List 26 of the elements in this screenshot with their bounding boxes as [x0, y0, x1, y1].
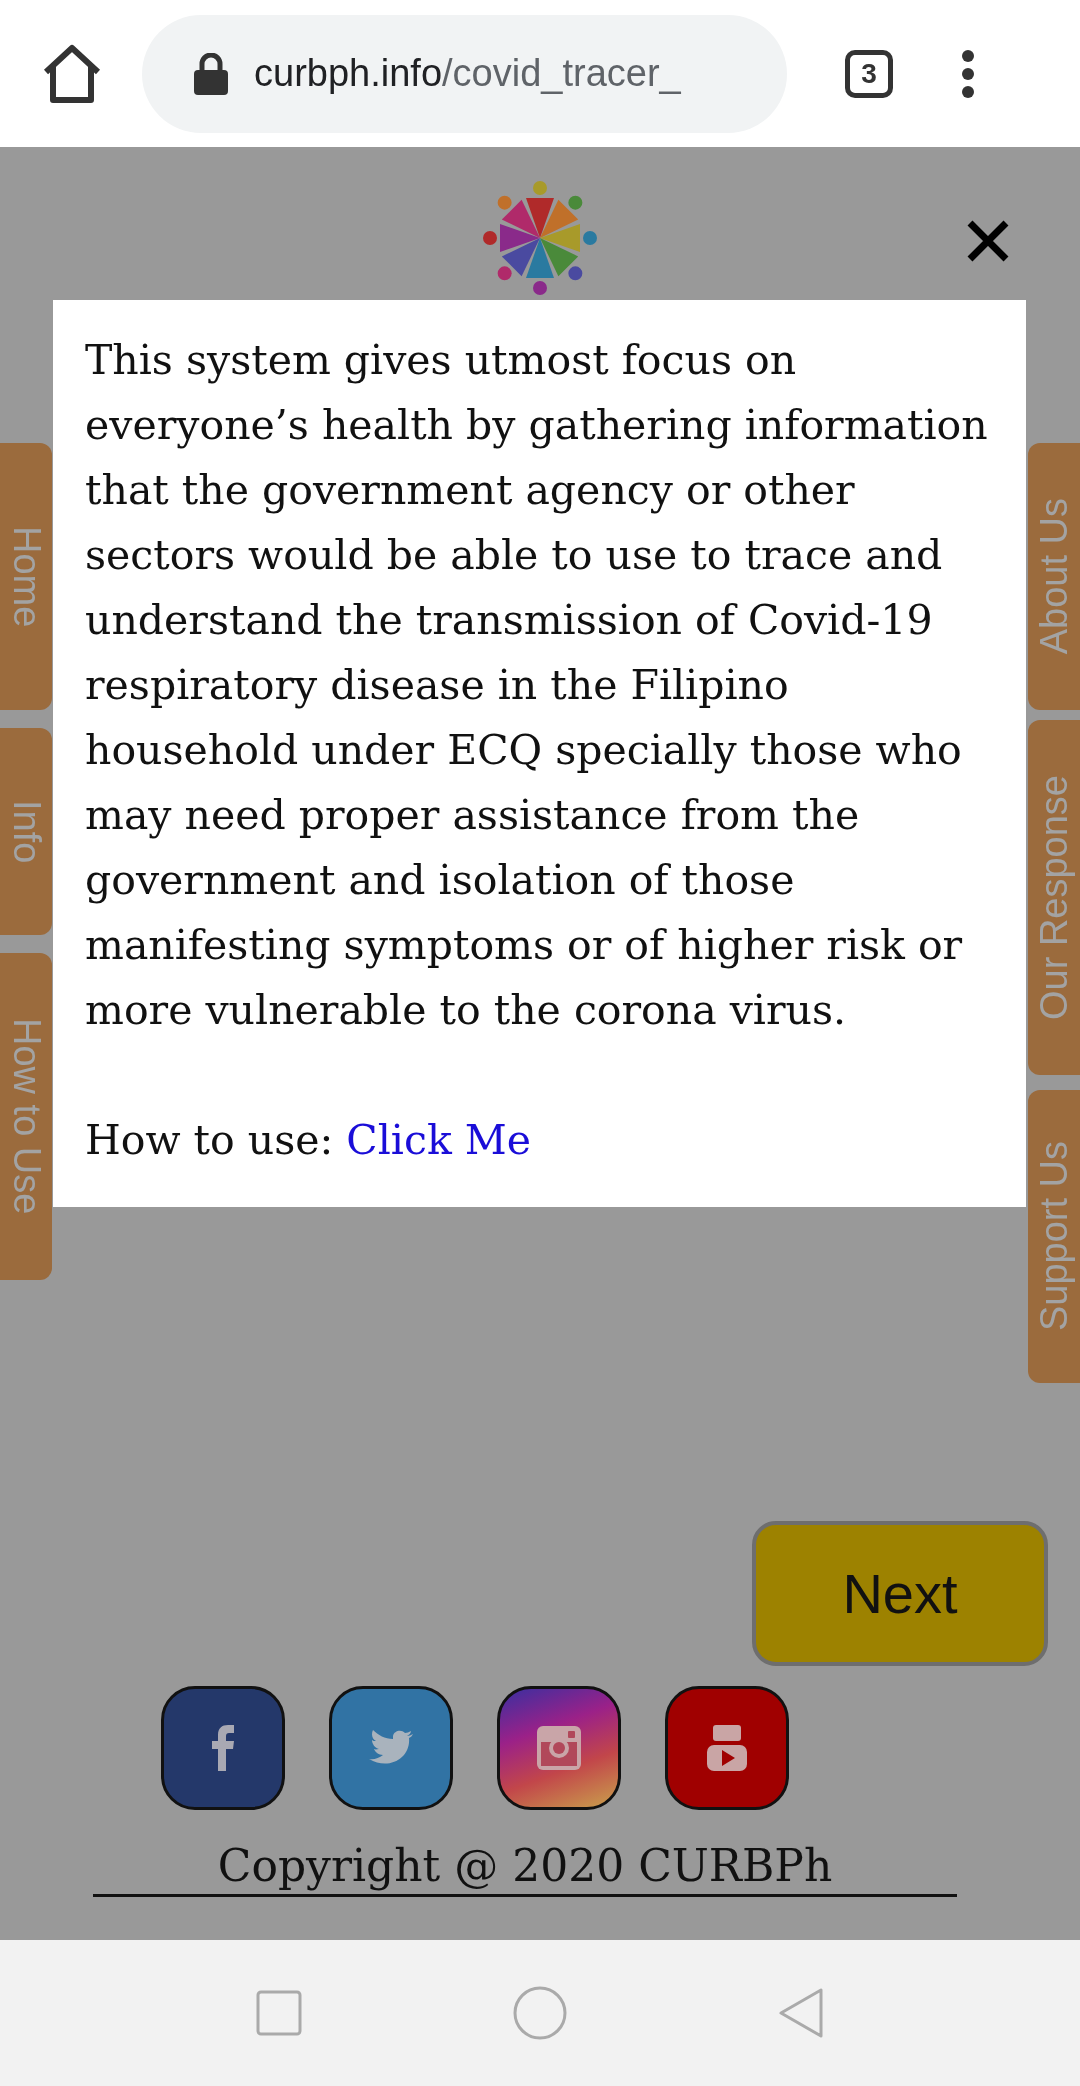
url-text: curbph.info/covid_tracer_: [254, 52, 681, 95]
facebook-icon: [211, 1725, 235, 1771]
side-tab[interactable]: Info: [0, 728, 52, 935]
close-icon[interactable]: [966, 219, 1010, 263]
logo-icon: [482, 180, 598, 296]
menu-icon[interactable]: [961, 48, 975, 99]
bird-icon: [369, 1730, 413, 1766]
side-tab[interactable]: Home: [0, 443, 52, 710]
next-button[interactable]: Next: [752, 1521, 1048, 1666]
description-text: This system gives utmost focus on everyone’s health by gathering information that the government agency or other sectors would be able to use to trace and understand the transmission of Covid-19 respiratory disease in the Filipino household under ECQ specially those who may need proper assistance from the government and isolation of those manifesting symptoms or of higher risk or more vulnerable to the corona virus.: [85, 335, 989, 1036]
facebook-button[interactable]: [161, 1686, 285, 1810]
video-play-icon: [707, 1725, 747, 1771]
click-me-link[interactable]: Click Me: [346, 1116, 532, 1164]
twitter-button[interactable]: [329, 1686, 453, 1810]
instagram-button[interactable]: [497, 1686, 621, 1810]
side-tab[interactable]: Our Response: [1028, 720, 1080, 1075]
side-tab[interactable]: How to Use: [0, 953, 52, 1280]
youtube-button[interactable]: [665, 1686, 789, 1810]
side-tab[interactable]: About Us: [1028, 443, 1080, 710]
how-to-use-text: How to use: Click Me: [85, 1115, 533, 1166]
lock-icon: [194, 52, 228, 95]
side-tab[interactable]: Support Us: [1028, 1090, 1080, 1383]
camera-icon: [537, 1726, 581, 1770]
address-bar[interactable]: curbph.info/covid_tracer_: [142, 14, 787, 133]
copyright-text: Copyright @ 2020 CURBPh: [217, 1839, 833, 1893]
tab-count[interactable]: 3: [845, 49, 893, 98]
